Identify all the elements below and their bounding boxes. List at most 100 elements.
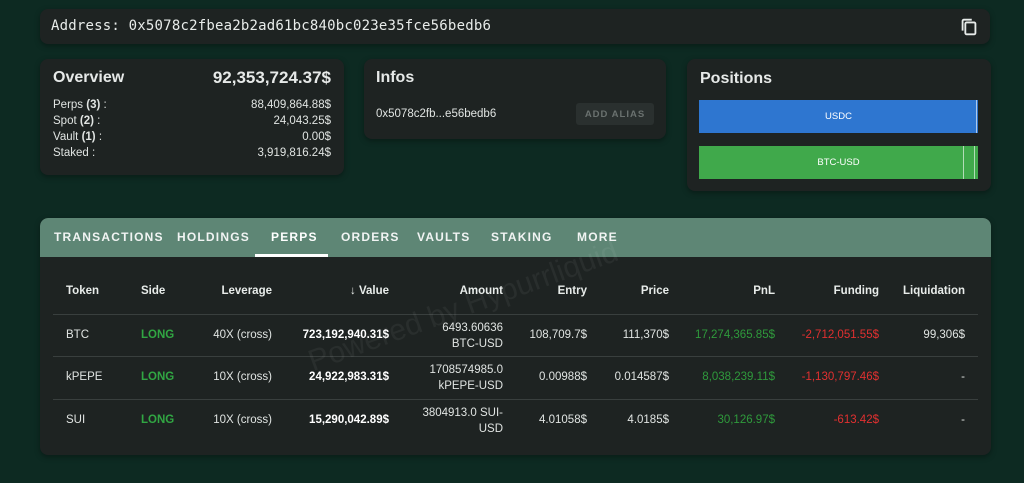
cell-liquidation: - [961,414,965,426]
row-label: Spot [53,115,77,127]
tab-transactions[interactable]: TRANSACTIONS [54,218,164,257]
cell-amount-line: 1708574985.0 [429,364,503,376]
cell-token: kPEPE [66,371,103,383]
cell-amount-line: USD [478,423,503,435]
header-token[interactable]: Token [66,285,99,297]
address-value[interactable]: 0x5078c2fbea2b2ad61bc840bc023e35fce56bed… [129,18,491,34]
bar-divider [974,146,975,179]
cell-token: SUI [66,414,86,426]
address-text: Address: 0x5078c2fbea2b2ad61bc840bc023e3… [51,18,491,34]
cell-value: 15,290,042.89$ [309,414,389,426]
cell-funding: -613.42$ [833,414,879,426]
cell-token: BTC [66,329,89,341]
copy-icon[interactable] [958,16,980,38]
overview-row-vault: Vault (1) : 0.00$ [53,131,331,147]
cell-entry: 108,709.7$ [529,329,587,341]
header-amount[interactable]: Amount [460,285,503,297]
header-side[interactable]: Side [141,285,165,297]
tab-bar: TRANSACTIONS HOLDINGS PERPS ORDERS VAULT… [40,218,991,257]
cell-side: LONG [141,371,175,383]
address-label: Address: [51,18,121,34]
infos-title: Infos [376,69,415,86]
header-leverage[interactable]: Leverage [221,285,272,297]
positions-title: Positions [700,70,773,87]
header-funding[interactable]: Funding [834,285,879,297]
cell-liquidation: - [961,371,965,383]
cell-amount: 6493.60636 BTC-USD [442,320,503,352]
row-suffix: : [95,131,103,143]
cell-amount-line: 6493.60636 [442,322,503,334]
cell-value: 24,922,983.31$ [309,371,389,383]
cell-amount-line: kPEPE-USD [438,380,503,392]
row-divider [53,356,978,357]
row-divider [53,314,978,315]
cell-price: 0.014587$ [614,371,669,383]
header-value-label: Value [358,285,389,297]
header-liquidation[interactable]: Liquidation [903,285,965,297]
row-count: (2) [79,115,94,127]
row-suffix: : [100,99,107,111]
cell-side: LONG [141,414,175,426]
row-suffix: : [88,147,96,159]
row-divider [53,399,978,400]
tab-more[interactable]: MORE [577,218,618,257]
bar-divider [963,146,964,179]
position-bar-label: BTC-USD [817,157,860,168]
tab-perps[interactable]: PERPS [271,218,318,257]
cell-leverage: 10X (cross) [213,371,272,383]
header-entry[interactable]: Entry [558,285,587,297]
cell-leverage: 10X (cross) [213,414,272,426]
cell-side: LONG [141,329,175,341]
cell-amount: 1708574985.0 kPEPE-USD [429,362,503,394]
cell-pnl: 8,038,239.11$ [702,371,775,383]
tab-holdings[interactable]: HOLDINGS [177,218,250,257]
cell-funding: -1,130,797.46$ [801,371,879,383]
row-count: (3) [86,99,101,111]
cell-amount: 3804913.0 SUI- USD [422,405,503,437]
tab-vaults[interactable]: VAULTS [417,218,470,257]
infos-card: Infos 0x5078c2fb...e56bedb6 ADD ALIAS [364,59,666,139]
position-bar-label: USDC [825,111,852,122]
row-value: 0.00$ [302,131,331,143]
overview-row-perps: Perps (3) : 88,409,864.88$ [53,99,331,115]
row-label: Perps [53,99,84,111]
positions-card: Positions USDC BTC-USD [687,59,991,191]
cell-amount-line: BTC-USD [451,338,503,350]
cell-price: 111,370$ [622,329,669,341]
header-pnl[interactable]: PnL [753,285,775,297]
row-value: 24,043.25$ [273,115,331,127]
overview-card: Overview 92,353,724.37$ Perps (3) : 88,4… [40,59,344,175]
arrow-down-icon: ↓ [349,285,356,297]
row-value: 3,919,816.24$ [257,147,331,159]
overview-total: 92,353,724.37$ [212,68,331,87]
header-price[interactable]: Price [641,285,669,297]
row-value: 88,409,864.88$ [251,99,331,111]
add-alias-button[interactable]: ADD ALIAS [576,103,654,125]
cell-entry: 0.00988$ [539,371,587,383]
overview-row-staked: Staked : 3,919,816.24$ [53,147,331,163]
cell-funding: -2,712,051.55$ [801,329,879,341]
cell-amount-line: 3804913.0 SUI- [422,407,503,419]
tab-orders[interactable]: ORDERS [341,218,400,257]
position-bar-btc-usd[interactable]: BTC-USD [699,146,978,179]
tab-staking[interactable]: STAKING [491,218,553,257]
row-label: Staked [53,147,89,159]
cell-leverage: 40X (cross) [213,329,272,341]
cell-entry: 4.01058$ [539,414,587,426]
address-bar: Address: 0x5078c2fbea2b2ad61bc840bc023e3… [40,9,990,44]
cell-liquidation: 99,306$ [923,329,965,341]
cell-pnl: 30,126.97$ [717,414,775,426]
bar-divider [976,100,977,133]
position-bar-usdc[interactable]: USDC [699,100,978,133]
overview-row-spot: Spot (2) : 24,043.25$ [53,115,331,131]
cell-value: 723,192,940.31$ [302,329,389,341]
row-label: Vault [53,131,79,143]
cell-price: 4.0185$ [627,414,669,426]
header-value[interactable]: ↓ Value [350,285,389,297]
row-suffix: : [93,115,101,127]
cell-pnl: 17,274,365.85$ [695,329,775,341]
row-count: (1) [81,131,96,143]
overview-title: Overview [53,69,125,86]
perps-table: Token Side Leverage ↓ Value Amount Entry… [53,271,978,444]
short-address: 0x5078c2fb...e56bedb6 [376,108,497,120]
